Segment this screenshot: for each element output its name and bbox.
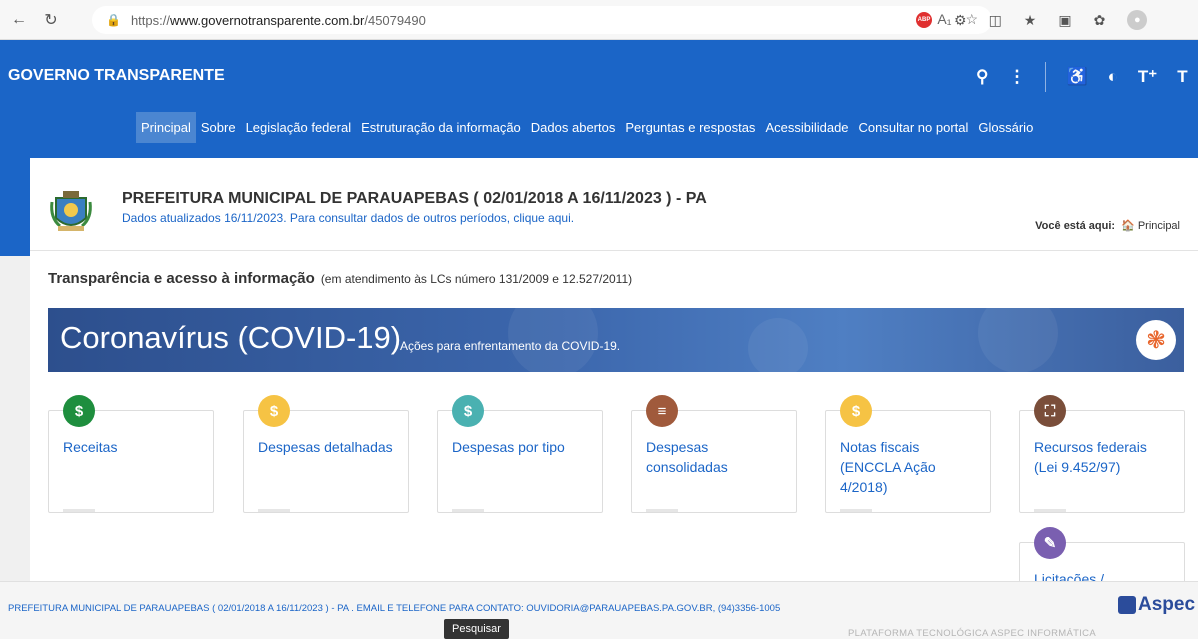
covid-subtitle: Ações para enfrentamento da COVID-19.	[400, 339, 621, 353]
home-icon: 🏠	[1121, 220, 1135, 232]
performance-icon[interactable]: ✿	[1094, 12, 1106, 29]
split-screen-icon[interactable]: ◫	[989, 12, 1002, 29]
tile-despesas-consolidadas[interactable]: ≡ Despesas consolidadas	[631, 395, 797, 513]
list-icon: ≡	[646, 395, 678, 427]
tile-label: Despesas detalhadas	[258, 439, 393, 455]
nav-perguntas[interactable]: Perguntas e respostas	[620, 112, 760, 143]
tile-footer	[646, 509, 678, 512]
divider	[30, 250, 1198, 251]
entity-title: PREFEITURA MUNICIPAL DE PARAUAPEBAS ( 02…	[122, 190, 707, 207]
aspec-brand: Aspec	[1138, 594, 1196, 615]
nav-consultar-portal[interactable]: Consultar no portal	[854, 112, 974, 143]
tile-footer	[63, 509, 95, 512]
platform-text: PLATAFORMA TECNOLÓGICA ASPEC INFORMÁTICA	[848, 628, 1096, 639]
tile-label: Notas fiscais (ENCCLA Ação 4/2018)	[840, 439, 936, 495]
lock-icon: 🔒	[106, 13, 121, 27]
breadcrumb-label: Você está aqui:	[1035, 220, 1116, 232]
tile-footer	[1034, 509, 1066, 512]
dollar-icon: $	[258, 395, 290, 427]
tile-receitas[interactable]: $ Receitas	[48, 395, 214, 513]
dollar-icon: $	[63, 395, 95, 427]
main-nav: Principal Sobre Legislação federal Estru…	[136, 112, 1038, 143]
tile-footer	[840, 509, 872, 512]
header-separator	[1045, 62, 1047, 92]
section-note: (em atendimento às LCs número 131/2009 e…	[320, 272, 633, 286]
covid-banner[interactable]: Coronavírus (COVID-19) Ações para enfren…	[48, 308, 1184, 372]
nav-acessibilidade[interactable]: Acessibilidade	[760, 112, 853, 143]
entity-subtitle-link[interactable]: Dados atualizados 16/11/2023. Para consu…	[122, 211, 574, 225]
tile-label: Despesas consolidadas	[646, 439, 728, 475]
adblock-icon[interactable]: ABP	[916, 12, 932, 28]
address-bar[interactable]: 🔒 https://www.governotransparente.com.br…	[92, 6, 992, 34]
tile-despesas-detalhadas[interactable]: $ Despesas detalhadas	[243, 395, 409, 513]
dollar-icon: $	[452, 395, 484, 427]
back-icon[interactable]: ←	[6, 7, 32, 33]
nav-sobre[interactable]: Sobre	[196, 112, 241, 143]
covid-title: Coronavírus (COVID-19)	[60, 320, 402, 355]
reload-icon[interactable]: ↻	[38, 7, 64, 33]
search-icon[interactable]: ⚲	[976, 67, 988, 87]
tile-notas-fiscais[interactable]: $ Notas fiscais (ENCCLA Ação 4/2018)	[825, 395, 991, 513]
breadcrumb: Você está aqui: 🏠 Principal	[1035, 219, 1180, 232]
favorites-icon[interactable]: ★	[1024, 12, 1037, 29]
accessibility-icon[interactable]: ♿	[1066, 67, 1087, 87]
content-card: PREFEITURA MUNICIPAL DE PARAUAPEBAS ( 02…	[30, 158, 1198, 602]
tile-recursos-federais[interactable]: ⛶ Recursos federais (Lei 9.452/97)	[1019, 395, 1185, 513]
url-prefix: https://	[130, 12, 170, 28]
nav-principal[interactable]: Principal	[136, 112, 196, 143]
aspec-logo[interactable]: Aspec	[1118, 594, 1195, 616]
section-title: Transparência e acesso à informação (em a…	[48, 270, 632, 287]
breadcrumb-item[interactable]: Principal	[1138, 220, 1180, 232]
url-host: www.governotransparente.com.br	[169, 12, 365, 28]
nav-glossario[interactable]: Glossário	[973, 112, 1038, 143]
page-footer: PREFEITURA MUNICIPAL DE PARAUAPEBAS ( 02…	[0, 581, 1198, 639]
font-size-alt-icon[interactable]: T	[1177, 67, 1187, 87]
crop-icon: ⛶	[1034, 395, 1066, 427]
aspec-shield-icon	[1118, 596, 1136, 614]
tile-despesas-por-tipo[interactable]: $ Despesas por tipo	[437, 395, 603, 513]
tile-footer	[452, 509, 484, 512]
contrast-icon[interactable]: ◐	[1108, 67, 1118, 87]
section-title-text: Transparência e acesso à informação	[48, 270, 315, 287]
font-size-icon[interactable]: T⁺	[1138, 67, 1157, 87]
collections-icon[interactable]: ▣	[1058, 12, 1071, 29]
search-tooltip: Pesquisar	[444, 619, 509, 639]
site-brand[interactable]: GOVERNO TRANSPARENTE	[8, 67, 225, 85]
nav-dados-abertos[interactable]: Dados abertos	[526, 112, 621, 143]
pencil-icon: ✎	[1034, 527, 1066, 559]
tile-label: Receitas	[63, 439, 118, 455]
tile-footer	[258, 509, 290, 512]
municipal-coat-of-arms	[50, 191, 92, 231]
footer-contact: PREFEITURA MUNICIPAL DE PARAUAPEBAS ( 02…	[8, 603, 781, 614]
nav-legislacao-federal[interactable]: Legislação federal	[241, 112, 357, 143]
more-vertical-icon[interactable]: ⋮	[1008, 67, 1025, 87]
nav-estruturacao[interactable]: Estruturação da informação	[356, 112, 526, 143]
tile-label: Recursos federais (Lei 9.452/97)	[1034, 439, 1147, 475]
tile-label: Despesas por tipo	[452, 439, 565, 455]
profile-avatar[interactable]: ●	[1127, 10, 1148, 30]
url-path: /45079490	[364, 12, 426, 28]
dollar-icon: $	[840, 395, 872, 427]
virus-icon: ❃	[1136, 320, 1176, 360]
extensions-icon[interactable]: ⚙	[954, 12, 967, 29]
